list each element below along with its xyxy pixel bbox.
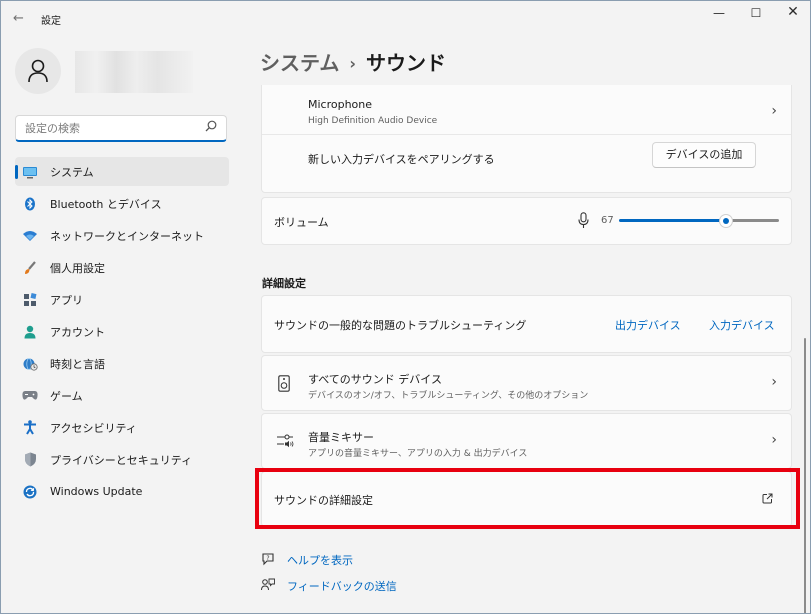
feedback-icon [261, 578, 275, 591]
mixer-icon [277, 434, 294, 448]
sidebar-item-windows-update[interactable]: Windows Update [15, 477, 229, 506]
brush-icon [22, 260, 38, 276]
person-icon [22, 324, 38, 340]
microphone-title: Microphone [308, 98, 373, 111]
sidebar-item-network[interactable]: ネットワークとインターネット [15, 221, 229, 250]
sidebar: システム Bluetooth とデバイス ネットワークとインターネット 個人用設… [1, 33, 241, 613]
svg-text:?: ? [266, 555, 269, 562]
microphone-row[interactable]: Microphone High Definition Audio Device … [262, 85, 791, 135]
close-icon[interactable]: ✕ [775, 4, 810, 22]
sidebar-item-time-language[interactable]: 時刻と言語 [15, 349, 229, 378]
apps-icon [22, 292, 38, 308]
sidebar-item-label: アプリ [50, 293, 83, 307]
add-device-button[interactable]: デバイスの追加 [652, 142, 756, 168]
microphone-icon[interactable] [578, 212, 589, 229]
sidebar-item-label: 個人用設定 [50, 261, 105, 275]
sidebar-item-label: システム [50, 165, 94, 179]
mixer-title: 音量ミキサー [308, 431, 374, 444]
volume-label: ボリューム [274, 216, 329, 229]
highlight-box [255, 468, 800, 529]
settings-scroll-area[interactable]: Microphone High Definition Audio Device … [242, 85, 808, 613]
sidebar-item-label: 時刻と言語 [50, 357, 105, 371]
breadcrumb: システム › サウンド [260, 47, 446, 76]
page-title: サウンド [366, 51, 446, 75]
sidebar-item-label: ゲーム [50, 389, 83, 403]
sidebar-item-label: ネットワークとインターネット [50, 229, 204, 243]
feedback-link[interactable]: フィードバックの送信 [287, 578, 397, 594]
volume-slider-fill [619, 219, 726, 222]
input-devices-card: Microphone High Definition Audio Device … [261, 85, 792, 193]
chevron-right-icon: › [771, 103, 777, 119]
sidebar-item-accessibility[interactable]: アクセシビリティ [15, 413, 229, 442]
volume-mixer-card[interactable]: 音量ミキサー アプリの音量ミキサー、アプリの入力 & 出力デバイス › [261, 413, 792, 469]
microphone-subtitle: High Definition Audio Device [308, 116, 438, 126]
sidebar-item-personalization[interactable]: 個人用設定 [15, 253, 229, 282]
title-bar: ← 設定 — ☐ ✕ [1, 1, 810, 33]
sidebar-item-label: プライバシーとセキュリティ [50, 453, 193, 467]
avatar[interactable] [15, 48, 61, 94]
sidebar-item-system[interactable]: システム [15, 157, 229, 186]
volume-slider-thumb[interactable] [719, 214, 733, 228]
all-devices-title: すべてのサウンド デバイス [308, 373, 442, 386]
maximize-icon[interactable]: ☐ [738, 6, 774, 24]
troubleshoot-card: サウンドの一般的な問題のトラブルシューティング 出力デバイス 入力デバイス [261, 295, 792, 353]
sidebar-item-bluetooth[interactable]: Bluetooth とデバイス [15, 189, 229, 218]
update-icon [22, 484, 38, 500]
volume-slider-track [731, 219, 779, 222]
shield-icon [22, 452, 38, 468]
app-title: 設定 [41, 16, 61, 27]
person-icon [28, 59, 48, 83]
all-sound-devices-card[interactable]: すべてのサウンド デバイス デバイスのオン/オフ、トラブルシューティング、その他… [261, 355, 792, 411]
advanced-section-label: 詳細設定 [262, 277, 306, 290]
search-icon[interactable] [204, 119, 218, 133]
sidebar-item-gaming[interactable]: ゲーム [15, 381, 229, 410]
troubleshoot-label: サウンドの一般的な問題のトラブルシューティング [274, 319, 527, 332]
mixer-subtitle: アプリの音量ミキサー、アプリの入力 & 出力デバイス [308, 449, 528, 459]
all-devices-subtitle: デバイスのオン/オフ、トラブルシューティング、その他のオプション [308, 391, 589, 401]
chevron-right-icon: › [771, 374, 777, 390]
bluetooth-icon [22, 196, 38, 212]
input-devices-link[interactable]: 入力デバイス [709, 317, 775, 333]
sidebar-item-label: アカウント [50, 325, 105, 339]
gamepad-icon [22, 388, 38, 404]
help-icon: ? [262, 553, 274, 566]
sidebar-item-apps[interactable]: アプリ [15, 285, 229, 314]
back-arrow-icon[interactable]: ← [13, 11, 24, 26]
volume-slider[interactable] [619, 214, 779, 228]
globe-clock-icon [22, 356, 38, 372]
breadcrumb-separator: › [349, 54, 356, 73]
input-volume-card: ボリューム 67 [261, 197, 792, 245]
sidebar-item-label: アクセシビリティ [50, 421, 137, 435]
search-box[interactable] [15, 115, 227, 142]
pair-device-row: 新しい入力デバイスをペアリングする デバイスの追加 [262, 135, 791, 192]
sidebar-item-privacy[interactable]: プライバシーとセキュリティ [15, 445, 229, 474]
sidebar-item-label: Windows Update [50, 485, 143, 498]
help-link[interactable]: ヘルプを表示 [287, 552, 353, 568]
wifi-icon [22, 228, 38, 244]
output-devices-link[interactable]: 出力デバイス [615, 317, 681, 333]
sidebar-item-label: Bluetooth とデバイス [50, 197, 162, 211]
username-redacted [75, 51, 193, 93]
speaker-icon [278, 375, 290, 392]
search-input[interactable] [23, 119, 203, 137]
volume-value: 67 [601, 215, 614, 226]
chevron-right-icon: › [771, 432, 777, 448]
sidebar-nav: システム Bluetooth とデバイス ネットワークとインターネット 個人用設… [15, 157, 229, 509]
accessibility-icon [22, 420, 38, 436]
monitor-icon [22, 164, 38, 180]
minimize-icon[interactable]: — [701, 6, 737, 24]
pair-device-label: 新しい入力デバイスをペアリングする [308, 153, 495, 166]
breadcrumb-parent[interactable]: システム [260, 51, 339, 75]
scrollbar[interactable] [804, 338, 806, 613]
sidebar-item-accounts[interactable]: アカウント [15, 317, 229, 346]
